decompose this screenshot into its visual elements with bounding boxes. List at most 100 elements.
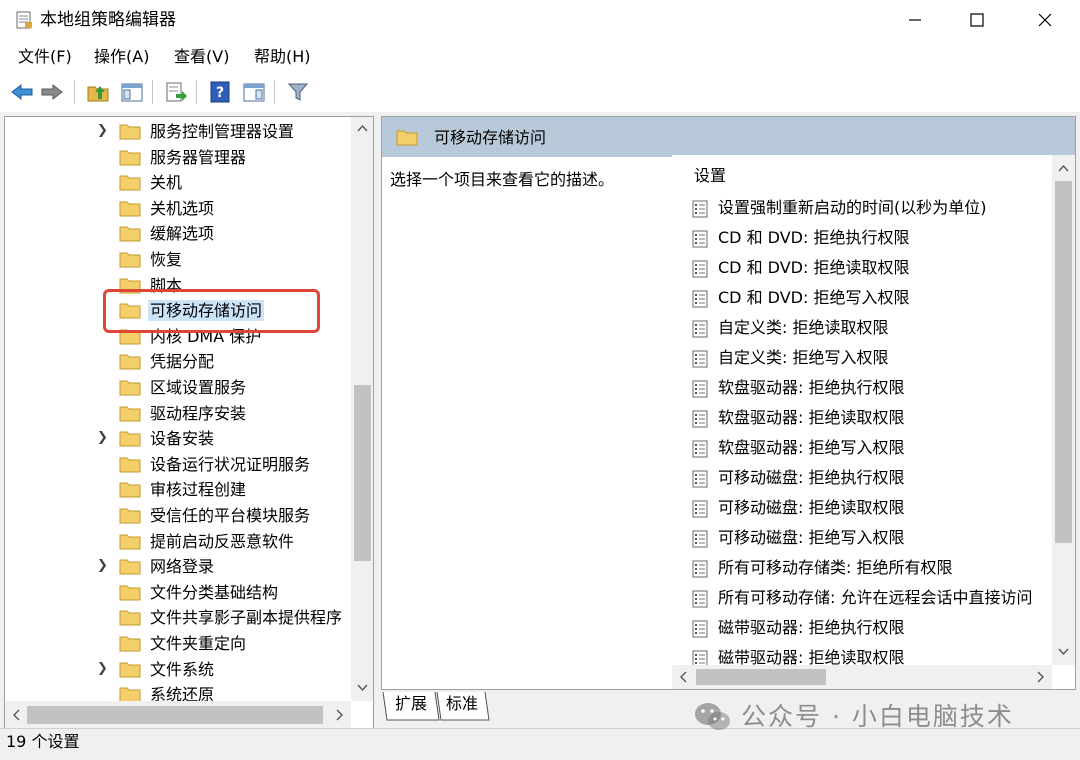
list-vertical-scrollbar[interactable]: [1052, 155, 1075, 665]
scroll-down-icon[interactable]: [351, 677, 374, 697]
tree-item[interactable]: 关机选项: [5, 196, 350, 221]
setting-row[interactable]: 可移动磁盘: 拒绝读取权限: [692, 493, 1062, 523]
tree-item[interactable]: 区域设置服务: [5, 375, 350, 400]
setting-row[interactable]: 所有可移动存储类: 拒绝所有权限: [692, 553, 1062, 583]
selection-highlight-box: [103, 289, 320, 333]
folder-icon: [119, 508, 141, 524]
setting-row[interactable]: 自定义类: 拒绝读取权限: [692, 313, 1062, 343]
properties-view-icon: [243, 83, 265, 102]
menu-action[interactable]: 操作(A): [94, 46, 149, 68]
setting-row[interactable]: 设置强制重新启动的时间(以秒为单位): [692, 193, 1062, 223]
tree-item[interactable]: ❯ 文件系统: [5, 657, 350, 682]
policy-setting-icon: [692, 590, 708, 608]
chevron-right-icon[interactable]: ❯: [97, 559, 109, 573]
policy-setting-icon: [692, 260, 708, 278]
maximize-icon: [970, 13, 984, 27]
setting-row[interactable]: CD 和 DVD: 拒绝写入权限: [692, 283, 1062, 313]
tree-hscroll-thumb[interactable]: [27, 706, 323, 724]
tree-vertical-scrollbar[interactable]: [351, 117, 374, 701]
setting-row[interactable]: CD 和 DVD: 拒绝执行权限: [692, 223, 1062, 253]
menu-view[interactable]: 查看(V): [174, 46, 229, 68]
setting-row[interactable]: 可移动磁盘: 拒绝执行权限: [692, 463, 1062, 493]
tree-item-label: 恢复: [150, 250, 183, 269]
details-title: 可移动存储访问: [434, 128, 547, 147]
tree-item[interactable]: 提前启动反恶意软件: [5, 529, 350, 554]
help-button[interactable]: ?: [206, 78, 234, 106]
tree-item[interactable]: ❯ 网络登录: [5, 554, 350, 579]
tree-item[interactable]: 审核过程创建: [5, 477, 350, 502]
tree-item[interactable]: 关机: [5, 170, 350, 195]
scroll-left-icon[interactable]: [7, 701, 27, 729]
policy-setting-icon: [692, 380, 708, 398]
setting-label: 软盘驱动器: 拒绝读取权限: [718, 408, 905, 427]
navigation-tree[interactable]: ❯ 服务控制管理器设置 服务器管理器 关机 关机选项 缓解选项 恢复 脚本 可移动存储访问 内核 …: [4, 116, 374, 730]
tree-item[interactable]: 恢复: [5, 247, 350, 272]
minimize-button[interactable]: [882, 0, 948, 40]
setting-row[interactable]: CD 和 DVD: 拒绝读取权限: [692, 253, 1062, 283]
scroll-left-icon[interactable]: [674, 665, 694, 689]
tree-item[interactable]: 文件共享影子副本提供程序: [5, 605, 350, 630]
export-list-button[interactable]: [162, 78, 190, 106]
tab-extended[interactable]: 扩展: [391, 690, 431, 720]
tree-item[interactable]: 凭据分配: [5, 349, 350, 374]
close-button[interactable]: [1012, 0, 1078, 40]
tree-horizontal-scrollbar[interactable]: [5, 701, 351, 729]
tree-item-label: 文件系统: [150, 659, 215, 679]
tree-item-label: 文件分类基础结构: [150, 582, 279, 602]
policy-setting-icon: [692, 410, 708, 428]
tree-scroll-thumb[interactable]: [354, 385, 371, 561]
help-icon: ?: [210, 81, 230, 103]
setting-row[interactable]: 所有可移动存储: 允许在远程会话中直接访问: [692, 583, 1062, 613]
show-hide-tree-button[interactable]: [118, 78, 146, 106]
folder-icon: [119, 534, 141, 550]
tree-item[interactable]: 服务器管理器: [5, 145, 350, 170]
setting-row[interactable]: 自定义类: 拒绝写入权限: [692, 343, 1062, 373]
tree-item-label: 关机: [150, 173, 183, 193]
list-scroll-thumb[interactable]: [1055, 181, 1072, 543]
tree-item[interactable]: ❯ 设备安装: [5, 426, 350, 451]
scroll-down-icon[interactable]: [1052, 641, 1075, 661]
tree-item[interactable]: 驱动程序安装: [5, 401, 350, 426]
setting-row[interactable]: 软盘驱动器: 拒绝执行权限: [692, 373, 1062, 403]
column-header-setting[interactable]: 设置: [694, 165, 726, 186]
tree-item[interactable]: 文件分类基础结构: [5, 580, 350, 605]
tree-item[interactable]: 设备运行状况证明服务: [5, 452, 350, 477]
tab-standard[interactable]: 标准: [442, 690, 482, 720]
list-hscroll-thumb[interactable]: [696, 669, 826, 685]
chevron-right-icon[interactable]: ❯: [97, 124, 109, 138]
back-arrow-icon: [11, 83, 33, 101]
chevron-right-icon[interactable]: ❯: [97, 431, 109, 445]
back-button[interactable]: [8, 78, 36, 106]
list-horizontal-scrollbar[interactable]: [672, 665, 1052, 689]
menu-file[interactable]: 文件(F): [18, 46, 72, 68]
chevron-right-icon[interactable]: ❯: [97, 661, 109, 676]
scroll-right-icon[interactable]: [1030, 665, 1050, 689]
setting-row[interactable]: 可移动磁盘: 拒绝写入权限: [692, 523, 1062, 553]
tree-item[interactable]: 文件夹重定向: [5, 631, 350, 656]
policy-setting-icon: [692, 500, 708, 518]
tree-item[interactable]: 缓解选项: [5, 221, 350, 246]
scroll-right-icon[interactable]: [329, 701, 349, 729]
policy-setting-icon: [692, 530, 708, 548]
setting-label: CD 和 DVD: 拒绝执行权限: [718, 228, 910, 247]
filter-button[interactable]: [284, 78, 312, 106]
up-one-level-button[interactable]: [84, 78, 112, 106]
toolbar: ?: [0, 74, 1080, 110]
scroll-up-icon[interactable]: [1052, 159, 1075, 179]
forward-button[interactable]: [38, 78, 66, 106]
policy-setting-icon: [692, 320, 708, 338]
tree-item[interactable]: ❯ 服务控制管理器设置: [5, 119, 350, 144]
policy-setting-icon: [692, 230, 708, 248]
folder-icon: [119, 636, 141, 652]
properties-view-button[interactable]: [240, 78, 268, 106]
scroll-up-icon[interactable]: [351, 119, 374, 139]
folder-icon: [119, 585, 141, 601]
wechat-icon: [695, 703, 730, 730]
folder-icon: [119, 175, 141, 191]
setting-row[interactable]: 磁带驱动器: 拒绝执行权限: [692, 613, 1062, 643]
maximize-button[interactable]: [944, 0, 1010, 40]
tree-item[interactable]: 受信任的平台模块服务: [5, 503, 350, 528]
menu-help[interactable]: 帮助(H): [254, 46, 311, 68]
setting-row[interactable]: 软盘驱动器: 拒绝读取权限: [692, 403, 1062, 433]
setting-row[interactable]: 软盘驱动器: 拒绝写入权限: [692, 433, 1062, 463]
